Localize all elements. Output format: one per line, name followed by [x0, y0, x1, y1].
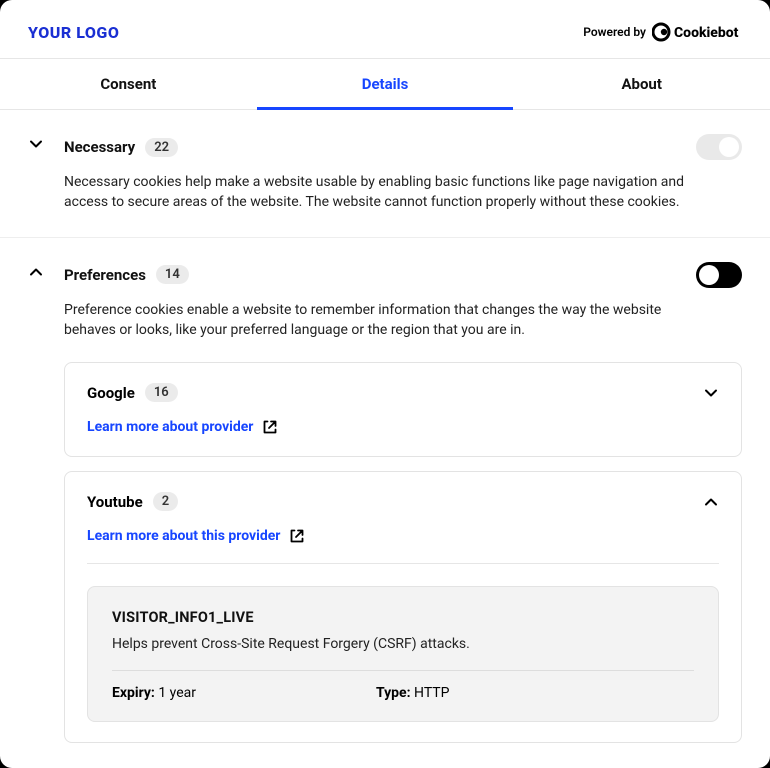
category-description: Necessary cookies help make a website us… [64, 172, 704, 213]
tab-consent[interactable]: Consent [0, 59, 257, 109]
category-title: Preferences 14 [64, 265, 189, 284]
provider-youtube: Youtube 2 Learn more about this provider [64, 471, 742, 743]
count-badge: 22 [145, 138, 178, 157]
powered-by-label: Powered by [583, 25, 646, 39]
category-title: Necessary 22 [64, 138, 178, 157]
dialog-content: Necessary 22 Necessary cookies help make… [0, 110, 770, 768]
dialog-header: YOUR LOGO Powered by Cookiebot [0, 0, 770, 58]
tab-details[interactable]: Details [257, 59, 514, 109]
provider-title: Youtube 2 [87, 492, 178, 511]
category-preferences: Preferences 14 Preference cookies enable… [0, 238, 770, 768]
chevron-up-icon[interactable] [28, 264, 46, 758]
category-description: Preference cookies enable a website to r… [64, 300, 704, 341]
provider-name: Google [87, 384, 135, 402]
category-label: Preferences [64, 266, 146, 284]
learn-more-label: Learn more about this provider [87, 528, 280, 544]
provider-google: Google 16 Learn more about provider [64, 362, 742, 457]
type-value: HTTP [414, 685, 449, 701]
svg-text:Cookiebot: Cookiebot [674, 25, 739, 41]
learn-more-link[interactable]: Learn more about provider [87, 418, 279, 436]
count-badge: 14 [156, 265, 189, 284]
cookie-detail: VISITOR_INFO1_LIVE Helps prevent Cross-S… [87, 586, 719, 722]
providers-list: Google 16 Learn more about provider [64, 362, 742, 743]
provider-name: Youtube [87, 493, 143, 511]
brand-logo: YOUR LOGO [28, 23, 119, 42]
chevron-down-icon[interactable] [703, 385, 719, 401]
category-label: Necessary [64, 138, 135, 156]
count-badge: 2 [153, 492, 178, 511]
cookiebot-logo-icon: Cookiebot [652, 22, 742, 42]
expiry-label: Expiry: [112, 685, 155, 701]
tab-bar: Consent Details About [0, 58, 770, 110]
external-link-icon [288, 527, 306, 545]
category-necessary: Necessary 22 Necessary cookies help make… [0, 110, 770, 238]
expiry-value: 1 year [158, 685, 196, 701]
cookie-name: VISITOR_INFO1_LIVE [112, 609, 694, 626]
tab-about[interactable]: About [513, 59, 770, 109]
toggle-necessary [696, 134, 742, 160]
type-label: Type: [376, 685, 411, 701]
powered-by: Powered by Cookiebot [583, 22, 742, 42]
learn-more-link[interactable]: Learn more about this provider [87, 527, 306, 545]
external-link-icon [261, 418, 279, 436]
cookie-description: Helps prevent Cross-Site Request Forgery… [112, 636, 694, 652]
toggle-preferences[interactable] [696, 262, 742, 288]
count-badge: 16 [145, 383, 178, 402]
provider-title: Google 16 [87, 383, 178, 402]
divider [112, 670, 694, 671]
cookie-meta: Expiry: 1 year Type: HTTP [112, 685, 694, 701]
chevron-up-icon[interactable] [703, 494, 719, 510]
chevron-down-icon[interactable] [28, 136, 46, 213]
learn-more-label: Learn more about provider [87, 419, 253, 435]
divider [87, 563, 719, 564]
cookie-dialog: YOUR LOGO Powered by Cookiebot Consent D… [0, 0, 770, 768]
